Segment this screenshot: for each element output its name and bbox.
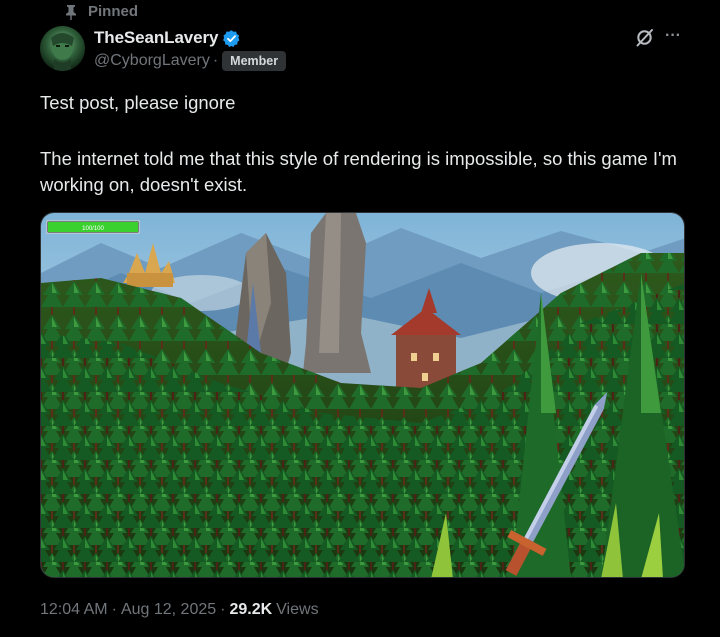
more-icon[interactable]: ··· [665,26,685,46]
pinned-label: Pinned [88,3,139,20]
separator-dot: · [212,52,219,69]
meta-separator: · [111,601,117,618]
pin-icon [66,4,76,20]
post-text-line-1: Test post, please ignore [40,92,236,113]
post-text-line-2: The internet told me that this style of … [40,148,677,195]
post-time[interactable]: 12:04 AM [40,601,108,619]
game-screenshot: 100/100 [41,213,684,577]
member-badge[interactable]: Member [222,51,287,71]
meta-separator: · [220,601,226,618]
avatar[interactable] [40,26,85,71]
post-media-image[interactable]: 100/100 [40,212,685,578]
views-label: Views [276,601,319,618]
handle[interactable]: @CyborgLavery [94,52,210,70]
views-count[interactable]: 29.2K [229,601,272,619]
pinned-indicator: Pinned [64,3,138,20]
verified-badge-icon[interactable] [222,29,241,48]
author-block: TheSeanLavery @CyborgLavery · Member [94,28,287,71]
post-meta: 12:04 AM · Aug 12, 2025 · 29.2K Views [40,601,319,619]
post-date[interactable]: Aug 12, 2025 [121,601,216,619]
display-name[interactable]: TheSeanLavery [94,28,218,48]
grok-icon[interactable] [635,27,655,47]
health-bar-text: 100/100 [82,226,104,232]
